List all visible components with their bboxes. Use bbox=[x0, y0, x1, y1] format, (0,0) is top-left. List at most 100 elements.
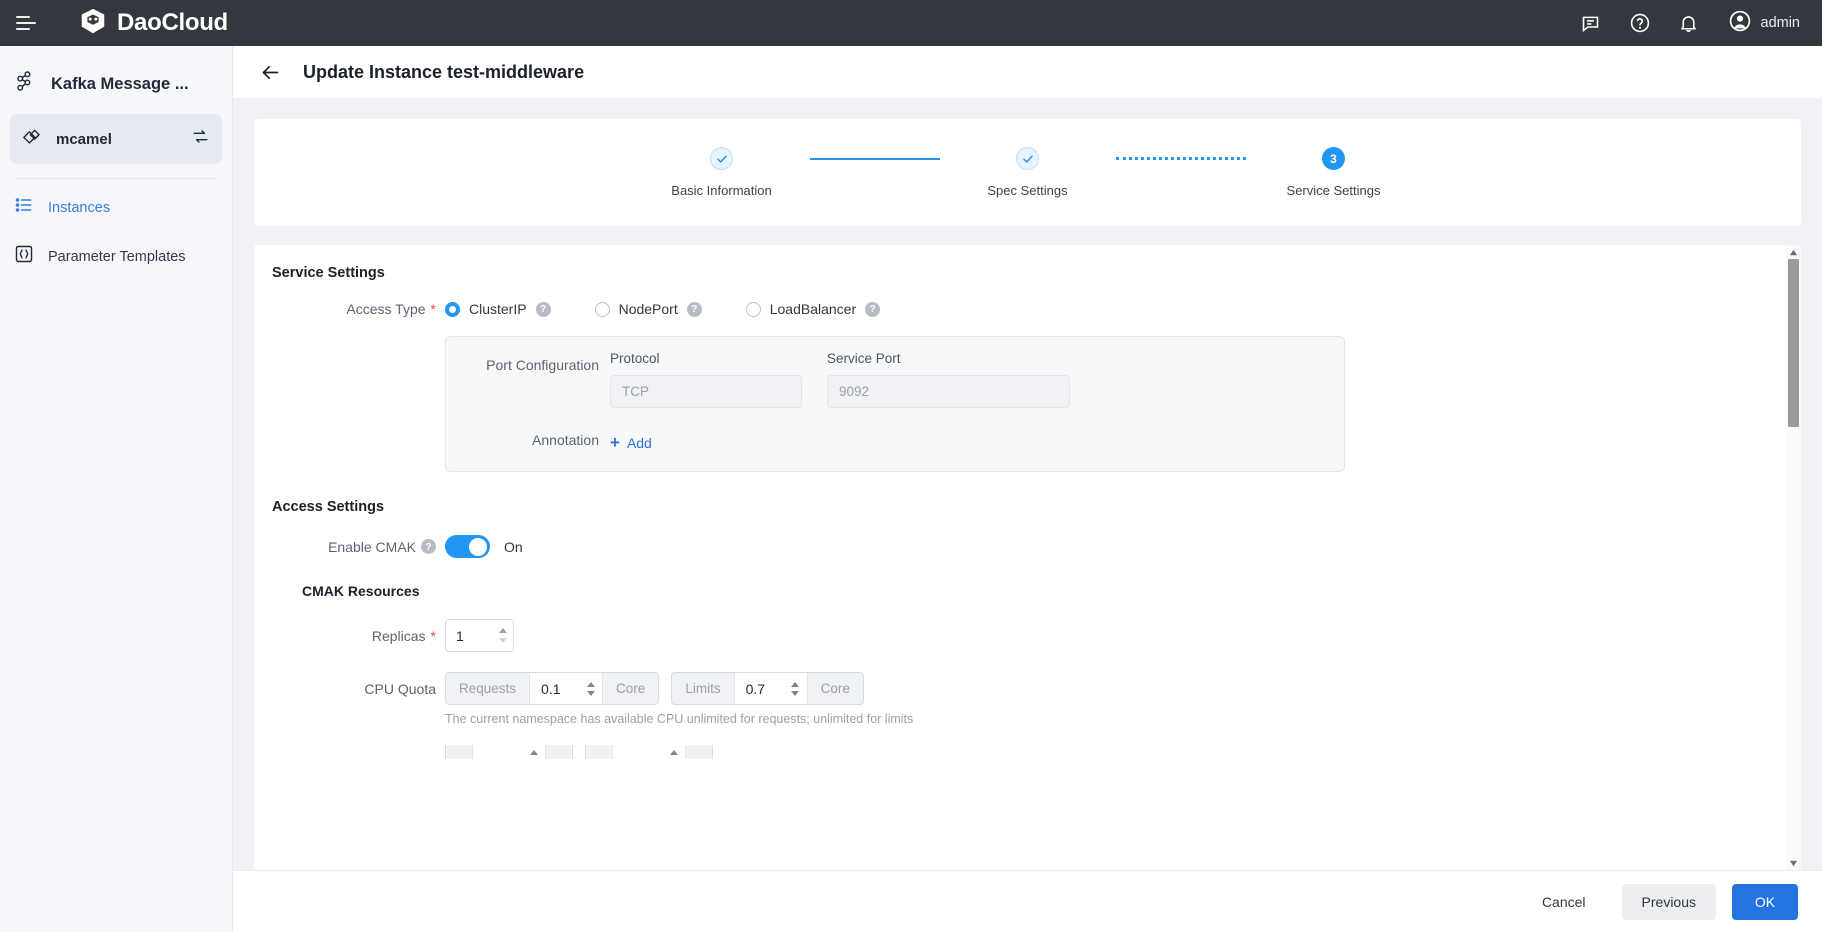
cancel-button[interactable]: Cancel bbox=[1522, 884, 1606, 920]
replicas-stepper[interactable]: 1 bbox=[445, 619, 514, 652]
sidebar-item-instances-label: Instances bbox=[48, 200, 110, 216]
step-basic-information[interactable]: Basic Information bbox=[634, 147, 810, 198]
daocloud-cube-icon bbox=[78, 6, 108, 41]
protocol-input[interactable]: TCP bbox=[610, 375, 802, 408]
sidebar-app-title: Kafka Message ... bbox=[0, 56, 232, 112]
kafka-nodes-icon bbox=[14, 70, 37, 98]
required-star-replicas: * bbox=[431, 629, 436, 643]
cpu-limits-addon: Limits bbox=[672, 673, 734, 704]
sidebar-namespace-selector[interactable]: mcamel bbox=[10, 114, 222, 164]
sidebar-namespace-name: mcamel bbox=[56, 131, 178, 148]
replicas-value[interactable]: 1 bbox=[446, 620, 496, 651]
memory-requests-value[interactable] bbox=[473, 745, 526, 759]
radio-nodeport-label: NodePort bbox=[619, 301, 678, 317]
memory-requests-stepper-arrows[interactable] bbox=[526, 745, 545, 759]
arrow-left-icon[interactable] bbox=[260, 62, 281, 83]
step-1-label: Basic Information bbox=[671, 183, 771, 198]
form-scroll-region: Service Settings Access Type * ClusterIP… bbox=[254, 245, 1786, 870]
add-annotation-label: Add bbox=[627, 435, 652, 451]
memory-requests-unit bbox=[545, 745, 572, 759]
scroll-up-arrow-icon[interactable] bbox=[1786, 245, 1801, 259]
step-service-settings[interactable]: 3 Service Settings bbox=[1246, 147, 1422, 198]
bell-icon[interactable] bbox=[1677, 11, 1701, 35]
cpu-requests-value[interactable]: 0.1 bbox=[530, 673, 583, 704]
row-replicas: Replicas * 1 bbox=[254, 619, 1786, 652]
step-connector-dotted bbox=[1116, 147, 1246, 170]
protocol-column: Protocol TCP bbox=[610, 351, 802, 408]
memory-requests-group[interactable] bbox=[445, 745, 573, 759]
scrollbar-track[interactable] bbox=[1786, 259, 1801, 856]
scrollbar-thumb[interactable] bbox=[1788, 259, 1799, 427]
step-3-number: 3 bbox=[1322, 147, 1345, 170]
ok-button[interactable]: OK bbox=[1732, 884, 1798, 920]
memory-limits-stepper-arrows[interactable] bbox=[666, 745, 685, 759]
row-enable-cmak: Enable CMAK ? On bbox=[254, 535, 1786, 558]
step-connector-solid bbox=[810, 147, 940, 170]
chevron-down-icon[interactable] bbox=[791, 691, 799, 696]
radio-clusterip[interactable] bbox=[445, 302, 460, 317]
add-annotation-button[interactable]: + Add bbox=[610, 430, 652, 451]
help-icon[interactable] bbox=[1628, 11, 1652, 35]
access-type-label: Access Type bbox=[346, 301, 425, 317]
form-card: Service Settings Access Type * ClusterIP… bbox=[254, 245, 1801, 870]
cpu-requests-stepper-arrows[interactable] bbox=[583, 673, 602, 704]
section-title-service-settings: Service Settings bbox=[272, 265, 1786, 281]
cpu-limits-stepper-arrows[interactable] bbox=[788, 673, 807, 704]
help-icon-nodeport[interactable]: ? bbox=[687, 302, 702, 317]
user-menu[interactable]: admin bbox=[1728, 9, 1801, 38]
switch-namespace-icon[interactable] bbox=[191, 127, 210, 151]
chevron-up-icon[interactable] bbox=[791, 682, 799, 687]
previous-button[interactable]: Previous bbox=[1622, 884, 1716, 920]
required-star: * bbox=[431, 302, 436, 316]
radio-option-loadbalancer[interactable]: LoadBalancer ? bbox=[746, 301, 880, 317]
replicas-stepper-arrows[interactable] bbox=[496, 620, 513, 651]
enable-cmak-label-wrap: Enable CMAK ? bbox=[254, 539, 445, 555]
namespace-icon bbox=[22, 126, 43, 152]
memory-limits-addon bbox=[586, 745, 613, 759]
user-name: admin bbox=[1761, 15, 1801, 31]
annotation-row: Annotation + Add bbox=[446, 430, 1344, 451]
sidebar-item-parameter-templates[interactable]: Parameter Templates bbox=[0, 232, 232, 281]
step-spec-settings[interactable]: Spec Settings bbox=[940, 147, 1116, 198]
service-port-column: Service Port 9092 bbox=[827, 351, 1070, 408]
stepper-card: Basic Information Spec Settings 3 Servic… bbox=[254, 119, 1801, 226]
annotation-label: Annotation bbox=[446, 430, 610, 448]
chevron-up-icon[interactable] bbox=[587, 682, 595, 687]
hamburger-icon[interactable] bbox=[14, 10, 40, 36]
cpu-limits-group[interactable]: Limits 0.7 Core bbox=[671, 672, 864, 705]
chevron-down-icon[interactable] bbox=[587, 691, 595, 696]
page-title: Update Instance test-middleware bbox=[303, 62, 584, 83]
enable-cmak-toggle[interactable] bbox=[445, 535, 490, 558]
sidebar-app-title-text: Kafka Message ... bbox=[51, 75, 189, 94]
help-icon-enable-cmak[interactable]: ? bbox=[421, 539, 436, 554]
form-scrollbar[interactable] bbox=[1786, 245, 1801, 870]
scroll-down-arrow-icon[interactable] bbox=[1786, 856, 1801, 870]
chevron-up-icon[interactable] bbox=[530, 750, 538, 755]
help-icon-loadbalancer[interactable]: ? bbox=[865, 302, 880, 317]
brand-logo[interactable]: DaoCloud bbox=[78, 6, 228, 41]
radio-loadbalancer[interactable] bbox=[746, 302, 761, 317]
port-configuration-row: Port Configuration Protocol TCP Service … bbox=[446, 351, 1344, 408]
wizard-stepper: Basic Information Spec Settings 3 Servic… bbox=[634, 147, 1422, 198]
chevron-up-icon[interactable] bbox=[499, 628, 507, 633]
access-type-label-wrap: Access Type * bbox=[254, 301, 445, 317]
cpu-limits-unit: Core bbox=[807, 673, 863, 704]
help-icon-clusterip[interactable]: ? bbox=[536, 302, 551, 317]
row-cpu-quota: CPU Quota Requests 0.1 Core bbox=[254, 672, 1786, 705]
radio-option-clusterip[interactable]: ClusterIP ? bbox=[445, 301, 551, 317]
service-port-input[interactable]: 9092 bbox=[827, 375, 1070, 408]
chevron-up-icon[interactable] bbox=[670, 750, 678, 755]
access-type-radio-group: ClusterIP ? NodePort ? LoadBalancer bbox=[445, 301, 880, 317]
radio-nodeport[interactable] bbox=[595, 302, 610, 317]
cpu-quota-label: CPU Quota bbox=[364, 681, 436, 697]
sidebar-item-instances[interactable]: Instances bbox=[0, 183, 232, 232]
memory-limits-value[interactable] bbox=[613, 745, 666, 759]
cpu-limits-value[interactable]: 0.7 bbox=[735, 673, 788, 704]
radio-option-nodeport[interactable]: NodePort ? bbox=[595, 301, 702, 317]
chevron-down-icon[interactable] bbox=[499, 638, 507, 643]
memory-limits-group[interactable] bbox=[585, 745, 713, 759]
chat-icon[interactable] bbox=[1579, 11, 1603, 35]
section-title-access-settings: Access Settings bbox=[272, 499, 1786, 515]
cpu-requests-group[interactable]: Requests 0.1 Core bbox=[445, 672, 659, 705]
step-2-label: Spec Settings bbox=[987, 183, 1067, 198]
